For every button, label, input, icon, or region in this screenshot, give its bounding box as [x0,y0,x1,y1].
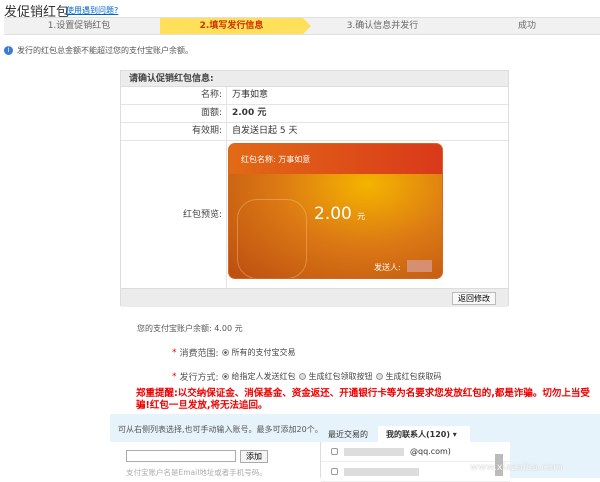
amount-value: 2.00 [314,204,352,224]
card-amount: 2.00 元 [314,204,365,224]
notice-text: 发行的红包总金额不能超过您的支付宝账户余额。 [17,46,193,55]
card-sender: 发送人: [374,263,401,272]
scope-label: 消费范围: [179,349,219,359]
confirm-heading: 请确认促销红包信息: [121,71,508,87]
scope-radio[interactable] [221,349,229,356]
watermark-url: www.xiazaiba.com [470,462,563,473]
tab-recent[interactable]: 最近交易的 [320,426,376,443]
scope-option: 所有的支付宝交易 [231,348,296,357]
scope-field: * 消费范围: 所有的支付宝交易 [172,346,296,360]
method-option: 生成红包领取按钮 [308,372,373,381]
contact-checkbox[interactable] [331,448,338,455]
amount-unit: 元 [357,212,366,221]
step-arrow [303,18,311,34]
method-radio-send[interactable] [221,373,229,380]
contact-blurred [344,447,404,456]
method-field: * 发行方式: 给指定人发送红包 生成红包领取按钮 生成红包获取码 [172,370,442,384]
row-label: 名称: [121,87,227,104]
step-4: 成功 [517,21,536,31]
sender-blurred [407,260,432,272]
method-option: 生成红包获取码 [385,372,442,381]
method-radio-button[interactable] [298,373,306,380]
table-row: 有效期: 自发送日起 5 天 [121,123,508,141]
required-mark: * [172,347,177,358]
row-value: 自发送日起 5 天 [232,126,298,136]
account-tip: 支付宝账户名是Email地址或者手机号码。 [126,468,267,477]
account-balance: 您的支付宝账户余额: 4.00 元 [137,324,243,333]
row-label: 面额: [121,105,227,122]
method-label: 发行方式: [179,373,219,383]
red-packet-preview: 红包名称: 万事如意 2.00 元 发送人: [228,143,443,279]
notice: i 发行的红包总金额不能超过您的支付宝账户余额。 [4,45,193,56]
card-name: 红包名称: 万事如意 [229,144,442,174]
back-edit-button[interactable]: 返回修改 [452,292,496,305]
method-radio-code[interactable] [375,373,383,380]
step-3: 3.确认信息并发行 [346,21,419,31]
contact-checkbox[interactable] [331,468,338,475]
help-link[interactable]: 使用遇到问题? [66,5,118,16]
table-row: 名称: 万事如意 [121,87,508,105]
tab-contacts[interactable]: 我的联系人(120) ▾ [378,426,470,443]
row-label: 红包预览: [121,141,227,288]
contact-blurred [344,467,419,476]
step-2: 2.填写发行信息 [160,18,303,34]
table-footer: 返回修改 [121,289,508,307]
info-icon: i [4,46,13,55]
step-1: 1.设置促销红包 [47,21,111,31]
recipient-hint: 可从右侧列表选择,也可手动输入账号。最多可添加20个。 [118,425,323,434]
step-progress: 1.设置促销红包 2.填写发行信息 3.确认信息并发行 成功 [4,17,600,35]
table-row: 面额: 2.00 元 [121,105,508,123]
row-label: 有效期: [121,123,227,140]
method-option: 给指定人发送红包 [231,372,296,381]
papercut-decoration [237,199,307,278]
row-value: 2.00 元 [232,108,267,118]
required-mark: * [172,371,177,382]
contact-name: @qq.com) [410,447,451,456]
list-item[interactable]: @qq.com) [321,442,510,462]
account-input[interactable] [126,450,236,462]
add-button[interactable]: 添加 [240,450,268,463]
fraud-warning: 郑重提醒:以交纳保证金、消保基金、资金返还、开通银行卡等为名要求您发放红包的,都… [136,388,590,411]
row-value: 万事如意 [232,90,269,100]
